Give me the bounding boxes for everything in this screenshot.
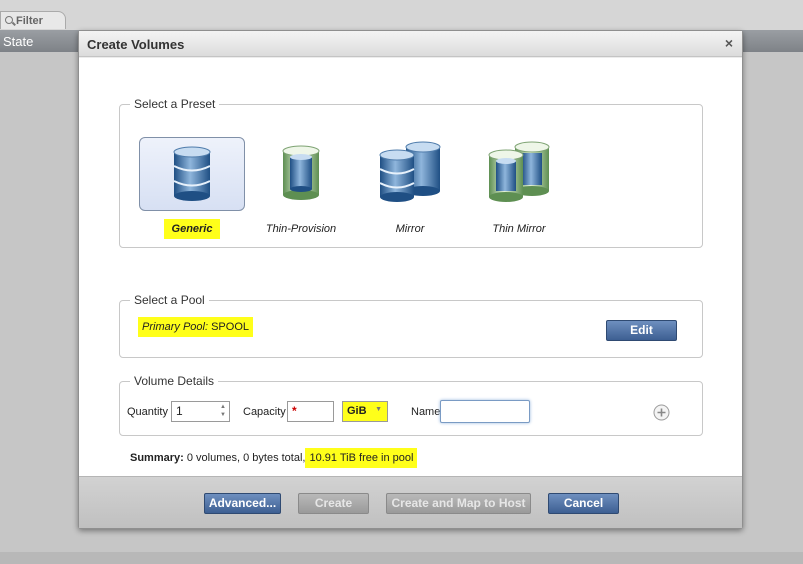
mirror-database-icon <box>379 141 441 202</box>
pool-selection-highlight: Primary Pool: SPOOL <box>138 317 253 337</box>
background-footer <box>0 552 803 564</box>
edit-pool-button[interactable]: Edit <box>606 320 677 341</box>
database-icon <box>173 146 211 201</box>
unit-value: GiB <box>347 405 367 417</box>
thin-database-icon <box>282 145 320 200</box>
chevron-down-icon: ▼ <box>375 406 382 413</box>
pool-selection: Primary Pool: SPOOL <box>138 317 253 337</box>
dialog-body: Select a Preset Generic Thin-Provision M… <box>79 58 742 476</box>
dialog-title: Create Volumes <box>87 37 185 52</box>
quantity-stepper[interactable]: 1 ▲ ▼ <box>171 401 230 422</box>
summary-free-space: 10.91 TiB free in pool <box>305 448 418 468</box>
advanced-button[interactable]: Advanced... <box>204 493 281 514</box>
filter-tab-label: Filter <box>16 15 43 27</box>
state-column-header[interactable]: State <box>3 34 33 49</box>
quantity-label: Quantity <box>127 406 168 418</box>
background-tabbar: Filter <box>0 0 803 30</box>
required-marker: * <box>292 404 297 418</box>
dialog-titlebar: Create Volumes × <box>79 31 742 57</box>
name-label: Name <box>411 406 441 418</box>
preset-thin-provision[interactable] <box>248 137 354 211</box>
pool-group: Select a Pool Primary Pool: SPOOL Edit <box>119 293 703 358</box>
preset-mirror-label: Mirror <box>395 223 425 235</box>
quantity-value: 1 <box>176 404 183 418</box>
stepper-arrows-icon[interactable]: ▲ ▼ <box>220 403 226 419</box>
volume-details-legend: Volume Details <box>130 374 219 388</box>
preset-generic[interactable] <box>139 137 245 211</box>
create-and-map-button[interactable]: Create and Map to Host <box>386 493 531 514</box>
thin-mirror-database-icon <box>488 141 550 202</box>
preset-thin-mirror-label: Thin Mirror <box>492 223 546 235</box>
pool-label: Primary Pool: <box>142 321 209 333</box>
close-icon[interactable]: × <box>725 35 733 51</box>
volume-details-group: Volume Details Quantity 1 ▲ ▼ Capacity * … <box>119 374 703 436</box>
preset-group: Select a Preset Generic Thin-Provision M… <box>119 97 703 248</box>
cancel-button[interactable]: Cancel <box>548 493 619 514</box>
preset-mirror[interactable] <box>357 137 463 211</box>
create-volumes-dialog: Create Volumes × Select a Preset Generic… <box>78 30 743 529</box>
add-icon[interactable] <box>653 404 670 421</box>
summary-text: 0 volumes, 0 bytes total, <box>186 452 306 464</box>
summary-label: Summary: <box>130 452 184 464</box>
capacity-label: Capacity <box>243 406 286 418</box>
name-input[interactable] <box>440 400 530 423</box>
preset-thin-mirror[interactable] <box>466 137 572 211</box>
pool-value: SPOOL <box>211 321 249 333</box>
preset-thin-provision-label: Thin-Provision <box>265 223 337 235</box>
pool-group-legend: Select a Pool <box>130 293 209 307</box>
unit-select[interactable]: GiB ▼ <box>342 401 388 422</box>
capacity-input[interactable]: * <box>287 401 334 422</box>
dialog-footer: Advanced... Create Create and Map to Hos… <box>79 476 742 528</box>
preset-group-legend: Select a Preset <box>130 97 220 111</box>
search-icon <box>5 16 13 24</box>
preset-generic-label: Generic <box>139 219 245 239</box>
create-button[interactable]: Create <box>298 493 369 514</box>
summary-line: Summary: 0 volumes, 0 bytes total, 10.91 … <box>130 448 418 468</box>
filter-tab[interactable]: Filter <box>0 11 66 29</box>
